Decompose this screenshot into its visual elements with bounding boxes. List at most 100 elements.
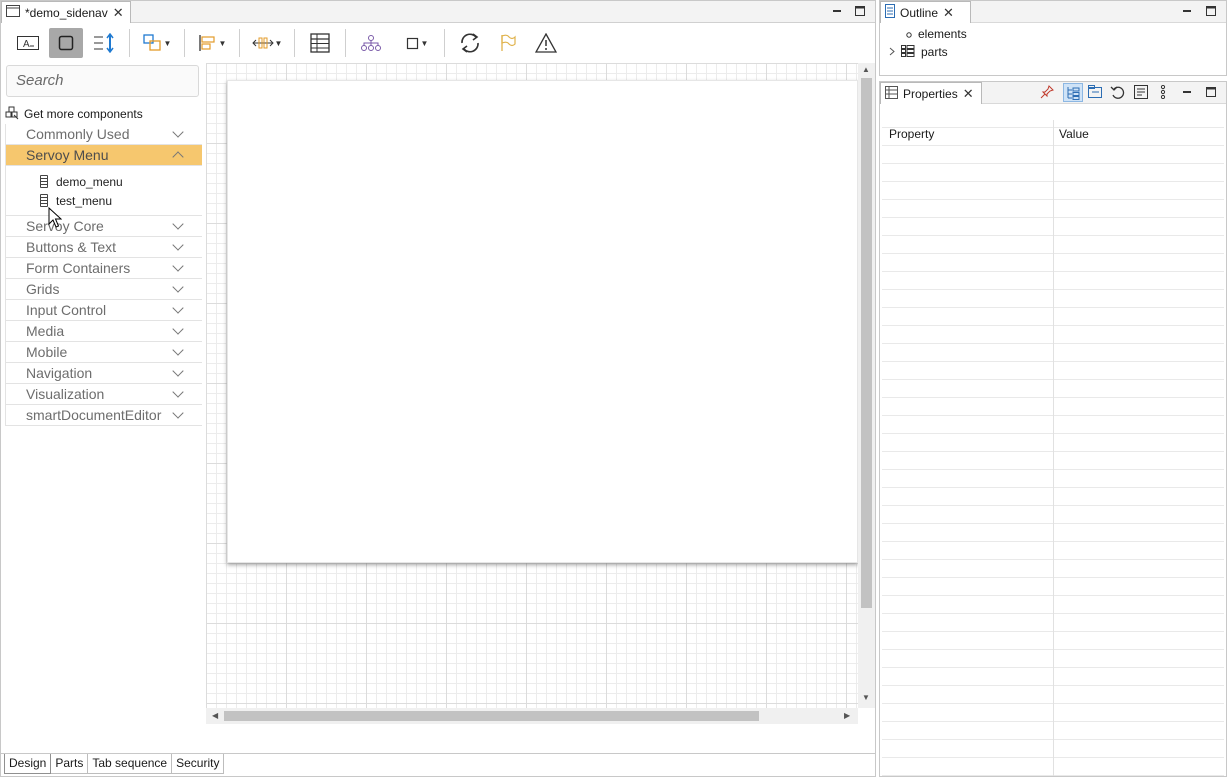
category-label: Mobile <box>26 344 68 360</box>
flag-icon[interactable] <box>491 28 525 58</box>
menu-component-icon <box>40 194 48 207</box>
maximize-icon[interactable] <box>1204 4 1218 18</box>
column-divider[interactable] <box>1053 120 1054 776</box>
scroll-up-icon[interactable]: ▲ <box>862 65 870 74</box>
properties-tab-label: Properties <box>903 86 958 101</box>
editor-tab[interactable]: *demo_sidenav ✕ <box>1 1 131 23</box>
chevron-right-icon[interactable] <box>889 45 895 59</box>
editor-bottom-tabs: Design Parts Tab sequence Security <box>1 753 875 777</box>
minimize-icon[interactable] <box>830 4 844 18</box>
outline-item-elements[interactable]: elements <box>906 25 967 43</box>
palette-category-servoy-menu[interactable]: Servoy Menu <box>5 145 202 166</box>
category-label: Buttons & Text <box>26 239 117 255</box>
text-label-icon[interactable]: A <box>11 28 45 58</box>
outline-icon <box>885 4 895 21</box>
form-area[interactable] <box>227 80 858 563</box>
scroll-down-icon[interactable]: ▼ <box>862 693 870 702</box>
pin-icon[interactable] <box>1040 85 1054 102</box>
tab-design[interactable]: Design <box>4 754 52 774</box>
scroll-right-icon[interactable]: ▶ <box>844 711 850 720</box>
chevron-down-icon <box>172 323 184 335</box>
distribute-icon[interactable]: ▼ <box>248 28 286 58</box>
scroll-left-icon[interactable]: ◀ <box>212 711 218 720</box>
resize-icon[interactable] <box>87 28 121 58</box>
horizontal-scroll-thumb[interactable] <box>224 711 759 721</box>
outline-panel: Outline ✕ elements parts <box>879 0 1227 76</box>
category-label: Servoy Menu <box>26 147 109 163</box>
palette-category-navigation[interactable]: Navigation <box>5 363 202 384</box>
palette-category-servoy-core[interactable]: Servoy Core <box>5 216 202 237</box>
refresh-icon[interactable] <box>453 28 487 58</box>
tab-security[interactable]: Security <box>172 754 225 774</box>
column-header-property[interactable]: Property <box>889 127 934 141</box>
mouse-cursor-icon <box>48 206 63 232</box>
vertical-scroll-thumb[interactable] <box>861 78 872 608</box>
close-icon[interactable]: ✕ <box>943 6 954 19</box>
outline-item-label: parts <box>921 45 948 59</box>
restore-default-icon[interactable] <box>1110 85 1126 103</box>
outline-tab[interactable]: Outline ✕ <box>880 1 971 23</box>
align-left-icon[interactable]: ▼ <box>193 28 231 58</box>
category-label: Grids <box>26 281 60 297</box>
palette-category-smart-document-editor[interactable]: smartDocumentEditor <box>5 405 202 426</box>
toolbar-separator <box>239 29 240 57</box>
palette-category-buttons-text[interactable]: Buttons & Text <box>5 237 202 258</box>
palette-categories: Commonly Used Servoy Menu demo_menu test… <box>5 124 202 426</box>
close-icon[interactable]: ✕ <box>963 87 974 100</box>
chevron-down-icon <box>172 407 184 419</box>
chevron-down-icon <box>172 260 184 272</box>
toolbar-separator <box>345 29 346 57</box>
category-label: Form Containers <box>26 260 131 276</box>
chevron-down-icon <box>172 218 184 230</box>
category-label: Input Control <box>26 302 107 318</box>
toolbar-separator <box>184 29 185 57</box>
properties-tab-bar: Properties ✕ <box>880 82 1226 104</box>
chevron-down-icon <box>172 365 184 377</box>
outline-item-parts[interactable]: parts <box>889 43 948 61</box>
bullet-icon <box>906 27 912 41</box>
palette-item-test-menu[interactable]: test_menu <box>5 191 202 210</box>
component-palette: Search Get more components Commonly Used… <box>3 63 202 753</box>
palette-search-input[interactable]: Search <box>6 65 199 97</box>
table-icon[interactable] <box>303 28 337 58</box>
category-label: smartDocumentEditor <box>26 407 162 423</box>
column-header-value[interactable]: Value <box>1059 127 1089 141</box>
get-more-components-link[interactable]: Get more components <box>5 105 143 123</box>
advanced-icon[interactable] <box>1088 85 1104 102</box>
category-label: Media <box>26 323 65 339</box>
palette-category-input-control[interactable]: Input Control <box>5 300 202 321</box>
chevron-down-icon <box>172 281 184 293</box>
categories-toggle-icon[interactable] <box>1063 83 1083 102</box>
get-more-label: Get more components <box>24 107 143 121</box>
outline-tab-label: Outline <box>900 5 939 20</box>
palette-category-mobile[interactable]: Mobile <box>5 342 202 363</box>
close-icon[interactable]: ✕ <box>113 6 124 19</box>
minimize-icon[interactable] <box>1180 85 1194 99</box>
parts-icon <box>901 44 915 60</box>
bounds-icon[interactable]: ▼ <box>398 28 436 58</box>
warning-icon[interactable] <box>529 28 563 58</box>
editor-toolbar: A ▼ ▼ ▼ ▼ <box>1 24 875 62</box>
minimize-icon[interactable] <box>1180 4 1194 18</box>
view-menu-icon[interactable] <box>1160 84 1166 102</box>
palette-category-grids[interactable]: Grids <box>5 279 202 300</box>
maximize-icon[interactable] <box>853 4 867 18</box>
maximize-icon[interactable] <box>1204 85 1218 99</box>
tab-tab-sequence[interactable]: Tab sequence <box>88 754 173 774</box>
tab-parts[interactable]: Parts <box>51 754 89 774</box>
properties-tab[interactable]: Properties ✕ <box>880 82 982 104</box>
palette-category-media[interactable]: Media <box>5 321 202 342</box>
palette-item-demo-menu[interactable]: demo_menu <box>5 172 202 191</box>
category-label: Commonly Used <box>26 126 130 142</box>
properties-panel: Properties ✕ Property Value <box>879 81 1227 777</box>
palette-category-form-containers[interactable]: Form Containers <box>5 258 202 279</box>
chevron-down-icon <box>172 344 184 356</box>
editor-tab-label: *demo_sidenav <box>25 5 108 20</box>
hierarchy-icon[interactable] <box>354 28 388 58</box>
palette-category-visualization[interactable]: Visualization <box>5 384 202 405</box>
palette-category-commonly-used[interactable]: Commonly Used <box>5 124 202 145</box>
chevron-down-icon <box>172 386 184 398</box>
group-icon[interactable]: ▼ <box>138 28 176 58</box>
select-icon[interactable] <box>49 28 83 58</box>
description-icon[interactable] <box>1134 85 1148 102</box>
